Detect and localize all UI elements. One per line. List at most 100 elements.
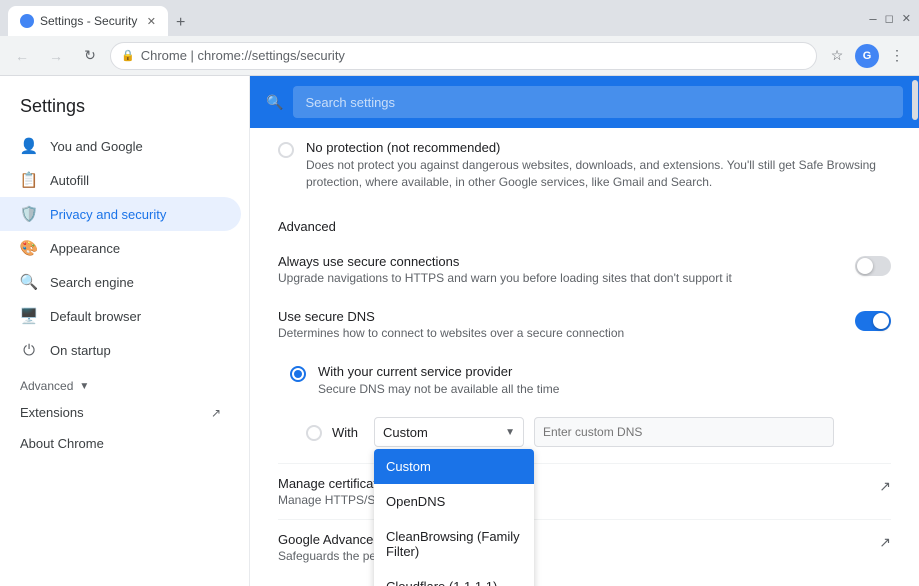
reload-button[interactable]: ↻ bbox=[76, 42, 104, 70]
always-https-text: Always use secure connections Upgrade na… bbox=[278, 254, 839, 285]
appearance-icon: 🎨 bbox=[20, 239, 38, 257]
sidebar-label-startup: On startup bbox=[50, 343, 111, 358]
secure-dns-toggle[interactable] bbox=[855, 311, 891, 331]
secure-dns-text: Use secure DNS Determines how to connect… bbox=[278, 309, 839, 340]
no-protection-text: No protection (not recommended) Does not… bbox=[306, 140, 891, 191]
dropdown-menu[interactable]: Custom OpenDNS CleanBrowsing (Family Fil… bbox=[374, 449, 534, 586]
address-bar[interactable]: 🔒 Chrome | chrome://settings/security bbox=[110, 42, 817, 70]
toolbar-right: ☆ G ⋮ bbox=[823, 42, 911, 70]
close-icon[interactable]: ✕ bbox=[902, 12, 911, 25]
no-protection-title: No protection (not recommended) bbox=[306, 140, 891, 155]
sidebar-item-about[interactable]: About Chrome bbox=[0, 428, 241, 459]
search-bar: 🔍 bbox=[250, 76, 919, 128]
sidebar-item-search[interactable]: 🔍 Search engine bbox=[0, 265, 241, 299]
current-provider-option[interactable]: With your current service provider Secur… bbox=[278, 352, 891, 410]
sidebar-advanced[interactable]: Advanced ▼ bbox=[0, 367, 249, 397]
person-icon: 👤 bbox=[20, 137, 38, 155]
always-https-row: Always use secure connections Upgrade na… bbox=[278, 242, 891, 297]
active-tab[interactable]: Settings - Security ✕ bbox=[8, 6, 168, 36]
content-area: 🔍 No protection (not recommended) Does n… bbox=[250, 76, 919, 586]
startup-icon: ⏻ bbox=[20, 341, 38, 359]
tab-favicon bbox=[20, 14, 34, 28]
always-https-toggle[interactable] bbox=[855, 256, 891, 276]
google-advanced-external-icon[interactable]: ↗ bbox=[879, 534, 891, 551]
manage-cert-title: Manage certificates bbox=[278, 476, 879, 491]
current-provider-text: With your current service provider Secur… bbox=[318, 364, 891, 398]
autofill-icon: 📋 bbox=[20, 171, 38, 189]
chevron-down-icon: ▼ bbox=[79, 381, 89, 392]
manage-certificates-row: Manage certificates Manage HTTPS/SS... ↗ bbox=[278, 463, 891, 519]
no-protection-desc: Does not protect you against dangerous w… bbox=[306, 157, 891, 191]
with-label: With bbox=[332, 425, 358, 440]
toolbar: ← → ↻ 🔒 Chrome | chrome://settings/secur… bbox=[0, 36, 919, 76]
google-advanced-row: Google Advanced P... Safeguards the pe..… bbox=[278, 519, 891, 575]
dns-dropdown[interactable]: Custom ▼ Custom OpenDNS CleanBrowsing (F… bbox=[374, 417, 524, 447]
scroll-thumb[interactable] bbox=[912, 80, 918, 120]
bookmark-icon[interactable]: ☆ bbox=[823, 42, 851, 70]
window-controls: – ◻ ✕ bbox=[869, 11, 911, 26]
search-nav-icon: 🔍 bbox=[20, 273, 38, 291]
shield-icon: 🛡️ bbox=[20, 205, 38, 223]
no-protection-option[interactable]: No protection (not recommended) Does not… bbox=[278, 128, 891, 203]
sidebar-item-extensions[interactable]: Extensions ↗ bbox=[0, 397, 241, 428]
custom-dns-radio[interactable] bbox=[306, 425, 322, 441]
secure-dns-title: Use secure DNS bbox=[278, 309, 839, 324]
settings-content: No protection (not recommended) Does not… bbox=[250, 128, 919, 575]
tab-close-button[interactable]: ✕ bbox=[147, 15, 156, 28]
sidebar-title: Settings bbox=[0, 84, 249, 129]
dropdown-option-cloudflare[interactable]: Cloudflare (1.1.1.1) bbox=[374, 569, 534, 586]
sidebar-item-autofill[interactable]: 📋 Autofill bbox=[0, 163, 241, 197]
extensions-label: Extensions bbox=[20, 405, 84, 420]
current-provider-desc: Secure DNS may not be available all the … bbox=[318, 381, 891, 398]
main-layout: Settings 👤 You and Google 📋 Autofill 🛡️ … bbox=[0, 76, 919, 586]
manage-cert-external-icon[interactable]: ↗ bbox=[879, 478, 891, 495]
sidebar-item-you-google[interactable]: 👤 You and Google bbox=[0, 129, 241, 163]
no-protection-radio[interactable] bbox=[278, 142, 294, 158]
about-label: About Chrome bbox=[20, 436, 104, 451]
avatar[interactable]: G bbox=[855, 44, 879, 68]
tab-bar: Settings - Security ✕ + bbox=[8, 0, 193, 36]
current-provider-radio[interactable] bbox=[290, 366, 306, 382]
sidebar-item-startup[interactable]: ⏻ On startup bbox=[0, 333, 241, 367]
sidebar-label-privacy: Privacy and security bbox=[50, 207, 166, 222]
always-https-title: Always use secure connections bbox=[278, 254, 839, 269]
secure-dns-header-row: Use secure DNS Determines how to connect… bbox=[278, 297, 891, 352]
google-advanced-text: Google Advanced P... Safeguards the pe..… bbox=[278, 532, 879, 563]
secure-dns-switch[interactable] bbox=[855, 311, 891, 331]
maximize-icon[interactable]: ◻ bbox=[885, 12, 894, 25]
search-input[interactable] bbox=[293, 86, 903, 118]
manage-cert-text: Manage certificates Manage HTTPS/SS... bbox=[278, 476, 879, 507]
sidebar-item-appearance[interactable]: 🎨 Appearance bbox=[0, 231, 241, 265]
title-bar: Settings - Security ✕ + – ◻ ✕ bbox=[0, 0, 919, 36]
advanced-label: Advanced bbox=[20, 379, 73, 393]
new-tab-button[interactable]: + bbox=[168, 10, 193, 36]
always-https-switch[interactable] bbox=[855, 256, 891, 276]
sidebar-label-appearance: Appearance bbox=[50, 241, 120, 256]
menu-icon[interactable]: ⋮ bbox=[883, 42, 911, 70]
back-button[interactable]: ← bbox=[8, 42, 36, 70]
dns-select-text: Custom bbox=[383, 425, 501, 440]
forward-button[interactable]: → bbox=[42, 42, 70, 70]
google-advanced-desc: Safeguards the pe... at risk of targeted… bbox=[278, 549, 879, 563]
custom-dns-input[interactable] bbox=[534, 417, 834, 447]
search-icon: 🔍 bbox=[266, 94, 283, 111]
dropdown-option-opendns[interactable]: OpenDNS bbox=[374, 484, 534, 519]
scrollbar[interactable] bbox=[911, 76, 919, 586]
tab-title: Settings - Security bbox=[40, 14, 137, 28]
minimize-icon[interactable]: – bbox=[869, 11, 876, 26]
external-link-icon: ↗ bbox=[211, 406, 221, 420]
chrome-brand: Chrome | chrome://settings/security bbox=[141, 48, 345, 63]
radio-inner bbox=[294, 370, 302, 378]
advanced-section-label: Advanced bbox=[278, 203, 891, 242]
dropdown-option-cleanbrowsing[interactable]: CleanBrowsing (Family Filter) bbox=[374, 519, 534, 569]
dns-custom-row: With Custom ▼ Custom OpenDNS CleanBrowsi… bbox=[278, 417, 891, 447]
manage-cert-desc: Manage HTTPS/SS... bbox=[278, 493, 879, 507]
sidebar-item-default-browser[interactable]: 🖥️ Default browser bbox=[0, 299, 241, 333]
sidebar-label-you-google: You and Google bbox=[50, 139, 143, 154]
dns-select[interactable]: Custom ▼ bbox=[374, 417, 524, 447]
dropdown-option-custom[interactable]: Custom bbox=[374, 449, 534, 484]
lock-icon: 🔒 bbox=[121, 49, 135, 62]
current-provider-title: With your current service provider bbox=[318, 364, 891, 379]
sidebar-label-search: Search engine bbox=[50, 275, 134, 290]
sidebar-item-privacy[interactable]: 🛡️ Privacy and security bbox=[0, 197, 241, 231]
